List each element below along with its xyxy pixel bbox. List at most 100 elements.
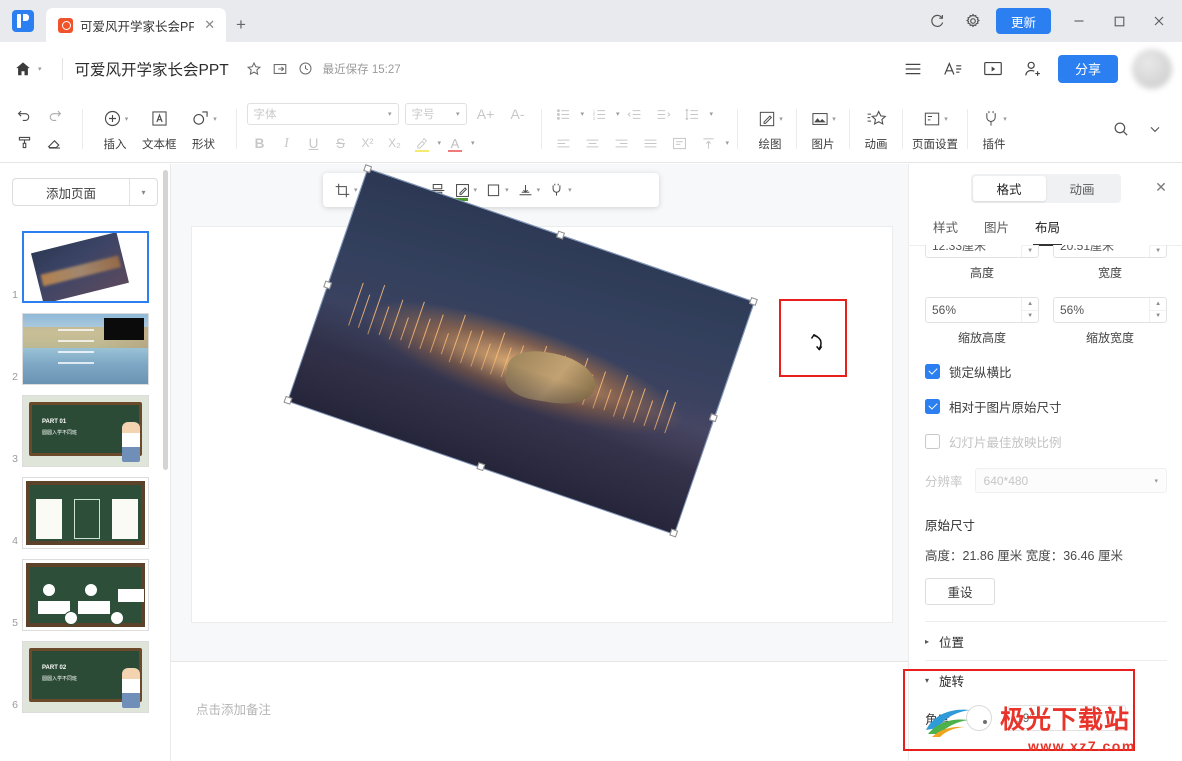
slide-thumbnail-item[interactable]: 6 PART 02 圆圆入学不同班 [0, 636, 171, 718]
animation-button[interactable]: 动画 [854, 100, 898, 158]
height-spin-down[interactable]: ▼ [1022, 245, 1038, 257]
font-size-select[interactable]: 字号 ▾ [404, 103, 467, 125]
chevron-down-icon[interactable] [1142, 116, 1168, 142]
grow-font-button[interactable]: A+ [473, 102, 499, 126]
add-user-icon[interactable] [1018, 54, 1048, 84]
italic-button[interactable]: I [274, 131, 300, 155]
bold-button[interactable]: B [247, 131, 273, 155]
subtab-layout[interactable]: 布局 [1033, 217, 1063, 246]
slide-thumb-1[interactable] [22, 231, 149, 303]
width-spin-buttons[interactable]: ▲ ▼ [1149, 245, 1166, 257]
best-scale-row[interactable]: 幻灯片最佳放映比例 [909, 432, 1182, 451]
slide-thumbnail-item[interactable]: 1 [0, 226, 171, 308]
align-right-icon[interactable] [608, 131, 636, 155]
minimize-button[interactable] [1060, 0, 1098, 42]
resolution-select[interactable]: 640*480 ▾ [974, 468, 1167, 493]
height-spin-buttons[interactable]: ▲ ▼ [1021, 245, 1038, 257]
position-caret-icon[interactable]: ▸ [925, 637, 929, 646]
tab-format[interactable]: 格式 [972, 176, 1046, 201]
scale-width-spinner[interactable]: ▲ ▼ [1053, 297, 1167, 323]
plugin-icon[interactable]: ▾ [545, 177, 575, 203]
share-button[interactable]: 分享 [1057, 54, 1118, 83]
line-spacing-icon[interactable] [679, 102, 707, 126]
text-direction-icon[interactable] [666, 131, 694, 155]
refresh-icon[interactable] [920, 4, 954, 38]
width-spinner[interactable]: ▲ ▼ [1053, 245, 1167, 258]
crop-icon[interactable]: ▾ [331, 177, 361, 203]
position-section-header[interactable]: ▸ 位置 [909, 622, 1182, 660]
close-panel-icon[interactable]: ✕ [1150, 176, 1172, 198]
bullet-list-icon[interactable] [550, 102, 578, 126]
shape-button[interactable]: ▾ 形状 [182, 100, 226, 158]
avatar[interactable] [1132, 48, 1172, 89]
bullet-caret-icon[interactable]: ▾ [581, 110, 585, 118]
scale-height-spinner[interactable]: ▲ ▼ [925, 297, 1039, 323]
document-tab[interactable]: 可爱风开学家长会PPT ✕ [46, 8, 226, 42]
align-icon[interactable]: ▾ [514, 177, 544, 203]
angle-dial[interactable] [966, 705, 993, 731]
numbered-list-icon[interactable]: 1 2 3 [585, 102, 613, 126]
format-painter-icon[interactable] [10, 130, 38, 156]
slide-editing-surface[interactable] [192, 164, 892, 622]
subtab-picture[interactable]: 图片 [984, 217, 1009, 245]
vertical-align-caret-icon[interactable]: ▾ [726, 139, 730, 147]
slide-thumbnail-item[interactable]: 4 [0, 472, 171, 554]
notes-pane[interactable]: 点击添加备注 [171, 661, 908, 761]
export-icon[interactable] [267, 56, 293, 82]
pagesetup-button[interactable]: ▾ 页面设置 [907, 100, 963, 158]
slide-thumbnail-item[interactable]: 2 [0, 308, 171, 390]
undo-icon[interactable] [10, 102, 38, 128]
slide-thumb-5[interactable] [22, 559, 149, 631]
slide-thumb-6[interactable]: PART 02 圆圆入学不同班 [22, 641, 149, 713]
slide-thumbnail-list[interactable]: 1 2 3 PART 01 圆圆入学不同班 4 5 6 PART 02 圆圆入学… [0, 226, 171, 761]
scale-width-input[interactable] [1054, 303, 1150, 317]
picture-button[interactable]: ▾ 图片 [801, 100, 845, 158]
angle-input[interactable]: 19° [1008, 705, 1127, 731]
text-style-icon[interactable] [938, 54, 968, 84]
scale-height-spin-buttons[interactable]: ▲ ▼ [1021, 298, 1038, 322]
align-justify-icon[interactable] [637, 131, 665, 155]
scale-height-spin-down[interactable]: ▼ [1022, 309, 1038, 323]
home-button[interactable]: ▾ [4, 53, 50, 85]
width-input[interactable] [1054, 245, 1150, 252]
insert-button[interactable]: ▾ 插入 [93, 100, 137, 158]
redo-icon[interactable] [40, 102, 68, 128]
decrease-indent-icon[interactable] [621, 102, 649, 126]
subtab-style[interactable]: 样式 [933, 217, 958, 245]
search-icon[interactable] [1108, 116, 1134, 142]
vertical-align-icon[interactable] [695, 131, 723, 155]
scale-width-spin-buttons[interactable]: ▲ ▼ [1149, 298, 1166, 322]
draw-button[interactable]: ▾ 绘图 [748, 100, 792, 158]
resize-handle-sw[interactable] [283, 395, 293, 405]
textbox-button[interactable]: 文本框 [137, 100, 182, 158]
update-button[interactable]: 更新 [995, 8, 1051, 34]
height-spinner[interactable]: ▲ ▼ [925, 245, 1039, 258]
close-tab-icon[interactable]: ✕ [201, 16, 218, 34]
underline-button[interactable]: U [301, 131, 327, 155]
increase-indent-icon[interactable] [650, 102, 678, 126]
close-window-button[interactable] [1140, 0, 1178, 42]
rotate-caret-icon[interactable]: ▾ [925, 676, 929, 685]
tab-animation[interactable]: 动画 [1046, 176, 1119, 201]
width-spin-down[interactable]: ▼ [1150, 245, 1166, 257]
line-spacing-caret-icon[interactable]: ▾ [710, 110, 714, 118]
font-name-select[interactable]: 字体 ▾ [246, 103, 399, 125]
resize-handle-s[interactable] [476, 462, 486, 472]
plugin-button[interactable]: ▾ 插件 [972, 100, 1016, 158]
shape-outline-icon[interactable]: ▾ [482, 177, 512, 203]
best-scale-checkbox[interactable] [925, 434, 940, 449]
highlight-icon[interactable] [409, 131, 435, 155]
slide-thumbnail-item[interactable]: 3 PART 01 圆圆入学不同班 [0, 390, 171, 472]
gear-icon[interactable] [956, 4, 990, 38]
scale-height-input[interactable] [926, 303, 1022, 317]
strikethrough-button[interactable]: S [328, 131, 354, 155]
scale-width-spin-down[interactable]: ▼ [1150, 309, 1166, 323]
numbered-caret-icon[interactable]: ▾ [616, 110, 620, 118]
font-color-icon[interactable]: A [442, 131, 468, 155]
subscript-button[interactable]: X₂ [382, 131, 408, 155]
align-left-icon[interactable] [550, 131, 578, 155]
lock-aspect-ratio-row[interactable]: 锁定纵横比 [909, 362, 1182, 381]
thumbnail-scrollbar[interactable] [163, 170, 168, 470]
star-icon[interactable] [241, 56, 267, 82]
slide-thumb-4[interactable] [22, 477, 149, 549]
